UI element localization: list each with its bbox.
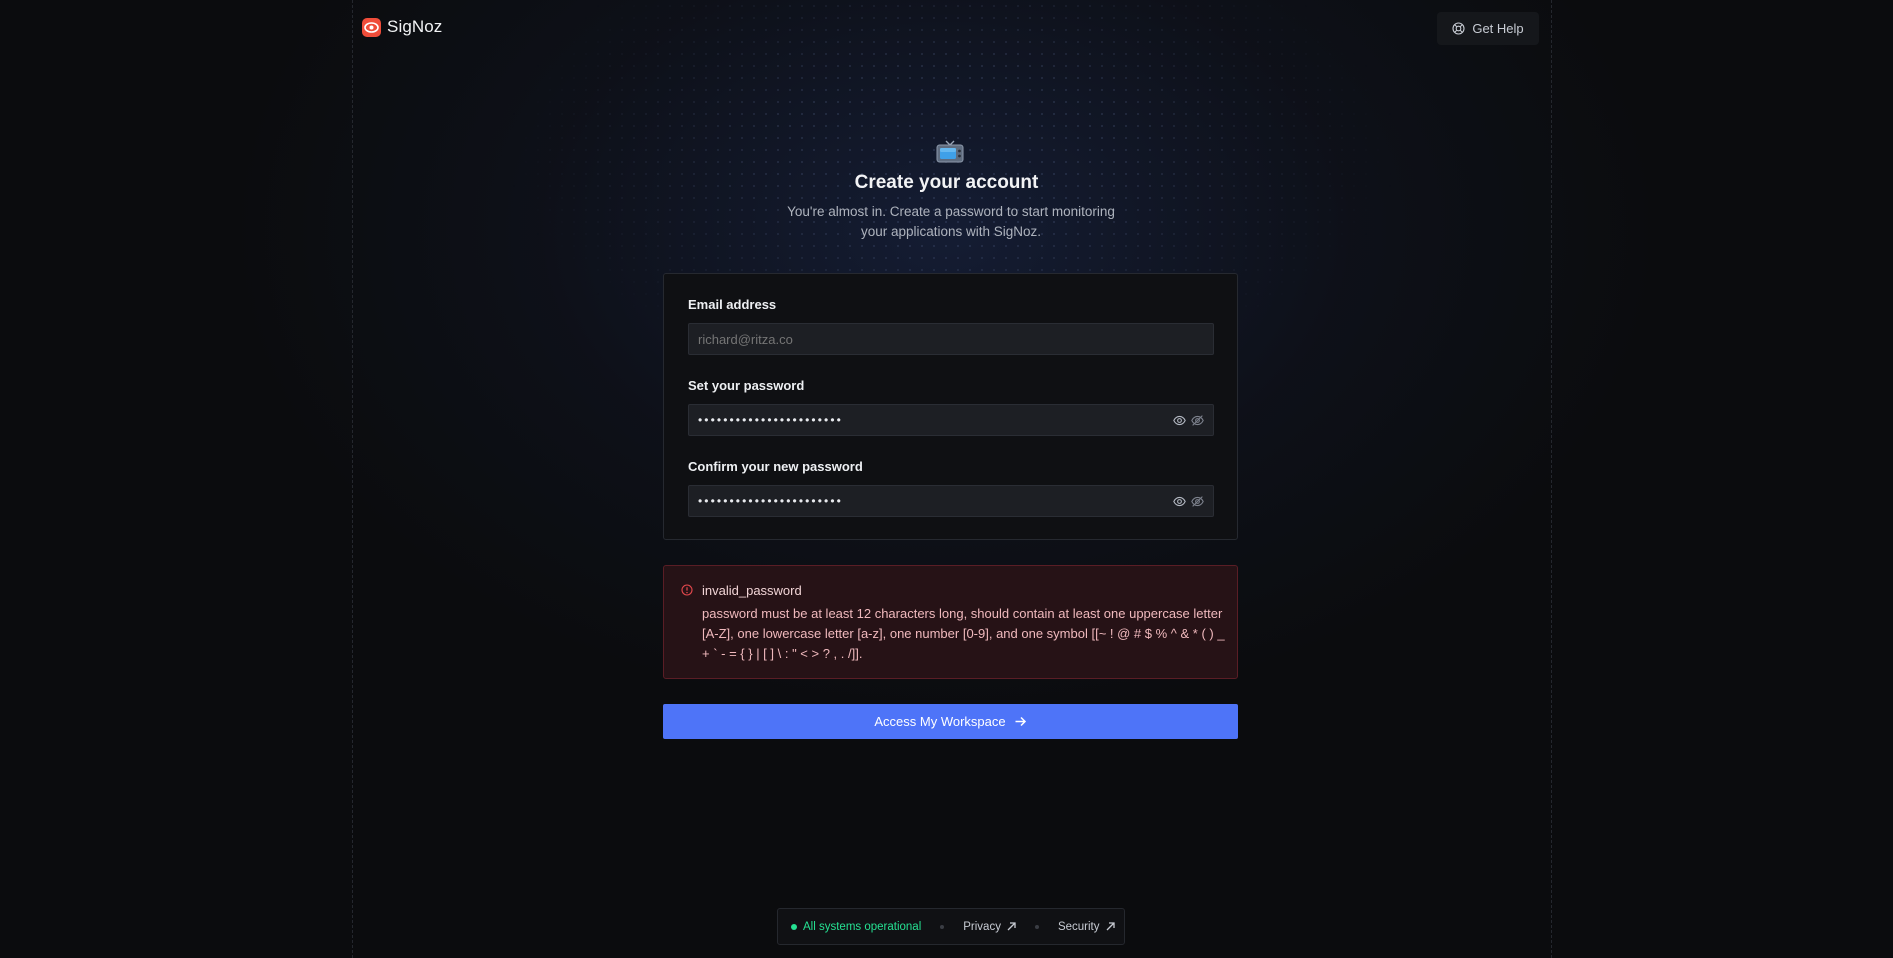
error-alert: invalid_password password must be at lea… bbox=[663, 565, 1238, 679]
signup-form: Email address Set your password ••••••••… bbox=[663, 273, 1238, 540]
eye-icon[interactable] bbox=[1173, 414, 1186, 427]
email-field[interactable] bbox=[688, 323, 1214, 355]
left-guide-line bbox=[352, 0, 353, 958]
access-workspace-label: Access My Workspace bbox=[874, 714, 1006, 729]
email-label: Email address bbox=[688, 297, 777, 312]
confirm-password-field[interactable]: ••••••••••••••••••••••• bbox=[688, 485, 1214, 517]
page-subtitle: You're almost in. Create a password to s… bbox=[787, 204, 1115, 239]
right-guide-line bbox=[1551, 0, 1552, 958]
eye-icon[interactable] bbox=[1173, 495, 1186, 508]
confirm-password-visibility-toggle[interactable] bbox=[1173, 495, 1204, 508]
get-help-button[interactable]: Get Help bbox=[1437, 12, 1539, 45]
status-indicator bbox=[791, 923, 797, 930]
signup-page: SigNoz Get Help Create your account You'… bbox=[0, 0, 1893, 958]
status-link[interactable]: All systems operational bbox=[803, 921, 921, 933]
email-input[interactable] bbox=[698, 331, 1204, 347]
brand[interactable]: SigNoz bbox=[362, 17, 442, 37]
alert-circle-icon bbox=[681, 583, 693, 596]
separator bbox=[1034, 924, 1039, 929]
error-message: password must be at least 12 characters … bbox=[702, 606, 1225, 661]
error-title: invalid_password bbox=[702, 583, 802, 598]
arrow-up-right-icon bbox=[1007, 922, 1016, 931]
footer-bar: All systems operational Privacy Security bbox=[777, 908, 1125, 945]
help-circle-icon bbox=[1452, 22, 1465, 35]
eye-off-icon[interactable] bbox=[1191, 414, 1204, 427]
password-label: Set your password bbox=[688, 378, 805, 393]
brand-name: SigNoz bbox=[387, 17, 443, 36]
security-link[interactable]: Security bbox=[1058, 921, 1115, 933]
arrow-up-right-icon bbox=[1106, 922, 1115, 931]
arrow-right-icon bbox=[1014, 715, 1027, 728]
privacy-label: Privacy bbox=[963, 920, 1001, 933]
privacy-link[interactable]: Privacy bbox=[963, 921, 1016, 933]
password-value[interactable]: ••••••••••••••••••••••• bbox=[698, 413, 1173, 427]
get-help-label: Get Help bbox=[1472, 21, 1524, 36]
eye-off-icon[interactable] bbox=[1191, 495, 1204, 508]
page-title: Create your account bbox=[854, 172, 1039, 193]
access-workspace-button[interactable]: Access My Workspace bbox=[663, 704, 1238, 739]
signoz-logo-icon bbox=[362, 17, 381, 37]
password-field[interactable]: ••••••••••••••••••••••• bbox=[688, 404, 1214, 436]
confirm-password-value[interactable]: ••••••••••••••••••••••• bbox=[698, 494, 1173, 508]
separator bbox=[940, 924, 945, 929]
confirm-password-label: Confirm your new password bbox=[688, 459, 863, 474]
television-icon bbox=[936, 140, 964, 164]
password-visibility-toggle[interactable] bbox=[1173, 414, 1204, 427]
security-label: Security bbox=[1057, 920, 1100, 933]
